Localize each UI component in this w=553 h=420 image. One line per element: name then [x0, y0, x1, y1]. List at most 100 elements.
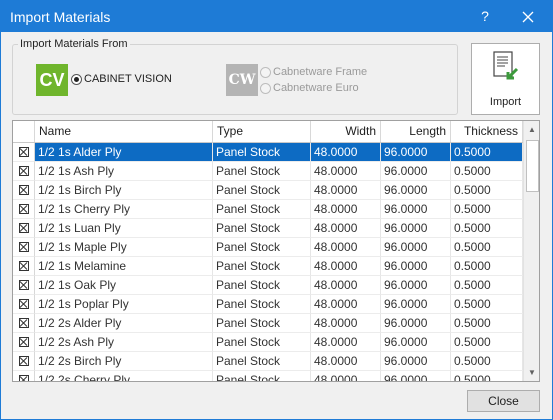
cell-name[interactable]: 1/2 1s Alder Ply	[35, 143, 213, 162]
cell-type[interactable]: Panel Stock	[213, 371, 311, 381]
cell-length[interactable]: 96.0000	[381, 162, 451, 181]
row-checkbox[interactable]	[19, 318, 29, 328]
header-name[interactable]: Name	[35, 121, 213, 142]
table-row[interactable]: 1/2 2s Ash Ply Panel Stock 48.0000 96.0000 0…	[13, 333, 523, 352]
row-checkbox[interactable]	[19, 223, 29, 233]
cell-length[interactable]: 96.0000	[381, 276, 451, 295]
cell-name[interactable]: 1/2 1s Luan Ply	[35, 219, 213, 238]
cell-length[interactable]: 96.0000	[381, 314, 451, 333]
row-checkbox[interactable]	[19, 356, 29, 366]
cabnetware-frame-radio[interactable]	[260, 67, 271, 78]
cell-thickness[interactable]: 0.5000	[451, 181, 523, 200]
table-row[interactable]: 1/2 1s Poplar Ply Panel Stock 48.0000 96.00…	[13, 295, 523, 314]
header-type[interactable]: Type	[213, 121, 311, 142]
cell-type[interactable]: Panel Stock	[213, 333, 311, 352]
cell-type[interactable]: Panel Stock	[213, 238, 311, 257]
cell-length[interactable]: 96.0000	[381, 333, 451, 352]
cell-type[interactable]: Panel Stock	[213, 257, 311, 276]
cell-type[interactable]: Panel Stock	[213, 314, 311, 333]
row-checkbox[interactable]	[19, 337, 29, 347]
cell-width[interactable]: 48.0000	[311, 162, 381, 181]
cell-width[interactable]: 48.0000	[311, 333, 381, 352]
header-select-column[interactable]	[13, 121, 35, 142]
close-window-button[interactable]	[516, 5, 540, 27]
cell-name[interactable]: 1/2 1s Oak Ply	[35, 276, 213, 295]
row-checkbox[interactable]	[19, 280, 29, 290]
row-checkbox[interactable]	[19, 166, 29, 176]
cell-width[interactable]: 48.0000	[311, 352, 381, 371]
cell-thickness[interactable]: 0.5000	[451, 276, 523, 295]
cell-thickness[interactable]: 0.5000	[451, 162, 523, 181]
cell-width[interactable]: 48.0000	[311, 181, 381, 200]
table-row[interactable]: 1/2 1s Oak Ply Panel Stock 48.0000 96.0000 0…	[13, 276, 523, 295]
row-checkbox[interactable]	[19, 375, 29, 381]
table-row[interactable]: 1/2 2s Birch Ply Panel Stock 48.0000 96.000…	[13, 352, 523, 371]
cell-type[interactable]: Panel Stock	[213, 352, 311, 371]
row-checkbox[interactable]	[19, 185, 29, 195]
cell-type[interactable]: Panel Stock	[213, 295, 311, 314]
table-row[interactable]: 1/2 1s Birch Ply Panel Stock 48.0000 96.000…	[13, 181, 523, 200]
cell-length[interactable]: 96.0000	[381, 371, 451, 381]
vertical-scrollbar[interactable]: ▲ ▼	[523, 121, 539, 381]
cell-width[interactable]: 48.0000	[311, 276, 381, 295]
table-row[interactable]: 1/2 1s Maple Ply Panel Stock 48.0000 96.000…	[13, 238, 523, 257]
cell-thickness[interactable]: 0.5000	[451, 257, 523, 276]
cell-width[interactable]: 48.0000	[311, 219, 381, 238]
help-button[interactable]: ?	[473, 5, 497, 27]
row-checkbox[interactable]	[19, 242, 29, 252]
cell-type[interactable]: Panel Stock	[213, 219, 311, 238]
cell-width[interactable]: 48.0000	[311, 295, 381, 314]
cell-thickness[interactable]: 0.5000	[451, 371, 523, 381]
row-checkbox[interactable]	[19, 299, 29, 309]
cell-thickness[interactable]: 0.5000	[451, 352, 523, 371]
cell-length[interactable]: 96.0000	[381, 143, 451, 162]
cell-name[interactable]: 1/2 2s Ash Ply	[35, 333, 213, 352]
table-row[interactable]: 1/2 2s Cherry Ply Panel Stock 48.0000 96.00…	[13, 371, 523, 381]
cell-type[interactable]: Panel Stock	[213, 276, 311, 295]
cabnetware-euro-radio[interactable]	[260, 83, 271, 94]
cell-thickness[interactable]: 0.5000	[451, 200, 523, 219]
cell-type[interactable]: Panel Stock	[213, 162, 311, 181]
cell-length[interactable]: 96.0000	[381, 219, 451, 238]
cell-width[interactable]: 48.0000	[311, 200, 381, 219]
header-thickness[interactable]: Thickness	[451, 121, 523, 142]
cell-type[interactable]: Panel Stock	[213, 181, 311, 200]
cell-thickness[interactable]: 0.5000	[451, 314, 523, 333]
scroll-down-arrow[interactable]: ▼	[524, 364, 539, 381]
scroll-up-arrow[interactable]: ▲	[524, 121, 539, 138]
row-checkbox[interactable]	[19, 261, 29, 271]
table-row[interactable]: 1/2 2s Alder Ply Panel Stock 48.0000 96.000…	[13, 314, 523, 333]
table-row[interactable]: 1/2 1s Luan Ply Panel Stock 48.0000 96.0000…	[13, 219, 523, 238]
cabinet-vision-radio[interactable]	[71, 74, 82, 85]
import-button[interactable]: Import	[471, 43, 540, 115]
table-row[interactable]: 1/2 1s Cherry Ply Panel Stock 48.0000 96.00…	[13, 200, 523, 219]
cell-type[interactable]: Panel Stock	[213, 200, 311, 219]
table-row[interactable]: 1/2 1s Alder Ply Panel Stock 48.0000 96.000…	[13, 143, 523, 162]
scrollbar-thumb[interactable]	[526, 140, 539, 192]
header-width[interactable]: Width	[311, 121, 381, 142]
cell-name[interactable]: 1/2 2s Birch Ply	[35, 352, 213, 371]
row-checkbox[interactable]	[19, 204, 29, 214]
cell-name[interactable]: 1/2 1s Poplar Ply	[35, 295, 213, 314]
table-row[interactable]: 1/2 1s Melamine Panel Stock 48.0000 96.0000…	[13, 257, 523, 276]
cell-length[interactable]: 96.0000	[381, 257, 451, 276]
table-row[interactable]: 1/2 1s Ash Ply Panel Stock 48.0000 96.0000 0…	[13, 162, 523, 181]
cell-length[interactable]: 96.0000	[381, 238, 451, 257]
cell-length[interactable]: 96.0000	[381, 352, 451, 371]
cell-name[interactable]: 1/2 1s Birch Ply	[35, 181, 213, 200]
cell-width[interactable]: 48.0000	[311, 371, 381, 381]
cell-thickness[interactable]: 0.5000	[451, 219, 523, 238]
cell-name[interactable]: 1/2 1s Ash Ply	[35, 162, 213, 181]
cell-name[interactable]: 1/2 1s Cherry Ply	[35, 200, 213, 219]
cell-width[interactable]: 48.0000	[311, 257, 381, 276]
cell-type[interactable]: Panel Stock	[213, 143, 311, 162]
row-checkbox[interactable]	[19, 147, 29, 157]
cell-thickness[interactable]: 0.5000	[451, 333, 523, 352]
cell-name[interactable]: 1/2 2s Cherry Ply	[35, 371, 213, 381]
cell-width[interactable]: 48.0000	[311, 314, 381, 333]
cell-length[interactable]: 96.0000	[381, 200, 451, 219]
cell-thickness[interactable]: 0.5000	[451, 295, 523, 314]
cell-width[interactable]: 48.0000	[311, 143, 381, 162]
header-length[interactable]: Length	[381, 121, 451, 142]
close-button[interactable]: Close	[467, 390, 540, 412]
